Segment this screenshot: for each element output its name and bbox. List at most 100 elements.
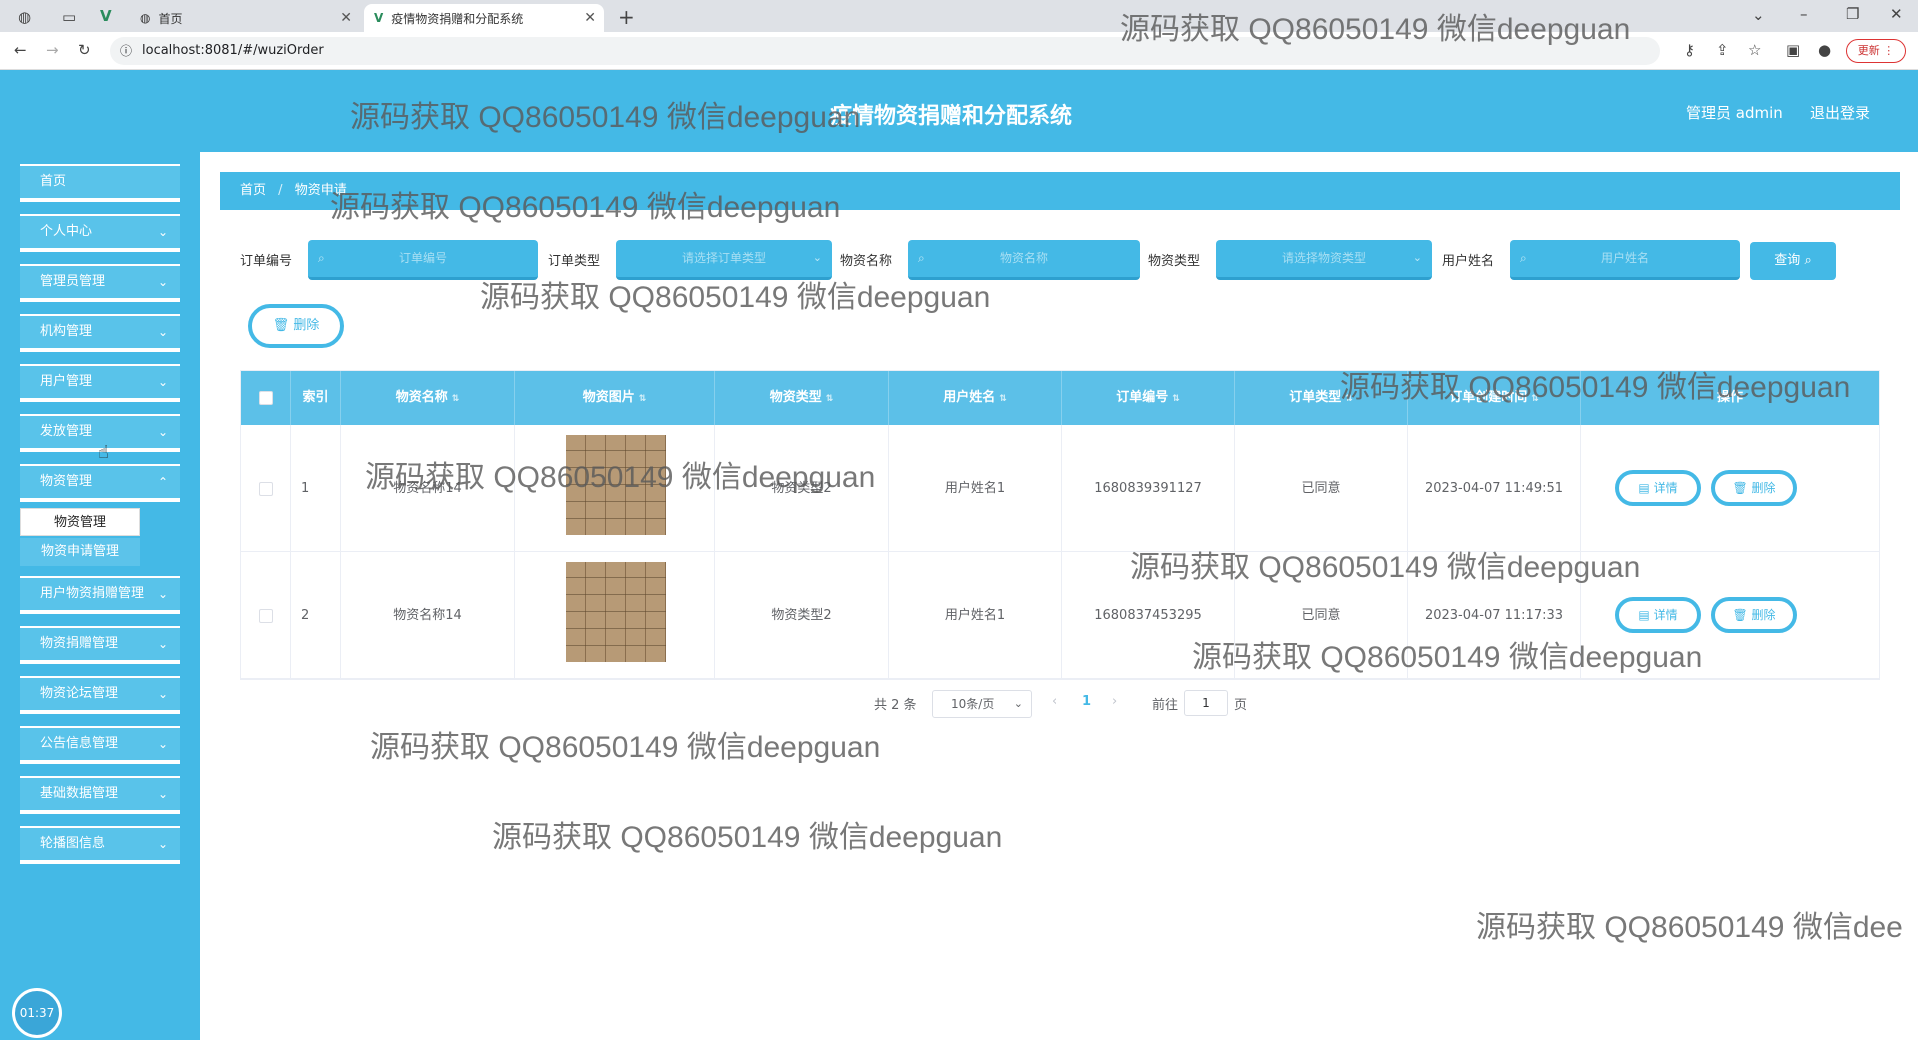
sidebar-item-profile[interactable]: 个人中心 ⌄ <box>20 214 180 252</box>
goods-type-label: 物资类型 <box>1148 254 1201 269</box>
sidebar-item-donations[interactable]: 物资捐赠管理 ⌄ <box>20 626 180 664</box>
star-icon[interactable]: ☆ <box>1748 41 1761 59</box>
column-header[interactable]: 物资名称 ⇅ <box>341 371 515 425</box>
next-page-icon[interactable]: › <box>1112 694 1117 709</box>
sidebar-item-user-donations[interactable]: 用户物资捐赠管理 ⌄ <box>20 576 180 614</box>
row-checkbox[interactable] <box>258 481 273 496</box>
watermark: 源码获取 QQ86050149 微信deepguan <box>492 821 1003 854</box>
select-all-cell <box>241 371 291 425</box>
column-header[interactable]: 订单编号 ⇅ <box>1062 371 1235 425</box>
sort-icon[interactable]: ⇅ <box>999 394 1007 404</box>
sort-icon[interactable]: ⇅ <box>452 394 460 404</box>
query-button[interactable]: 查询 ⌕ <box>1750 242 1836 280</box>
chevron-down-icon: ⌄ <box>157 587 168 601</box>
sidebar-item-forum[interactable]: 物资论坛管理 ⌄ <box>20 676 180 714</box>
back-icon[interactable]: ← <box>14 41 27 59</box>
goods-image[interactable] <box>566 562 666 662</box>
sidepanel-icon[interactable]: ▣ <box>1786 41 1800 59</box>
delete-button[interactable]: 🗑 删除 <box>1711 597 1797 633</box>
submenu-item-goods-apply[interactable]: 物资申请管理 <box>20 538 140 566</box>
minimize-icon[interactable]: – <box>1800 5 1808 23</box>
user-name-input[interactable]: ⌕ 用户姓名 <box>1510 240 1740 280</box>
update-button[interactable]: 更新 ⋮ <box>1846 39 1906 63</box>
vue-icon: V <box>100 7 112 25</box>
watermark: 源码获取 QQ86050149 微信deepguan <box>480 281 991 314</box>
column-header-label: 物资类型 <box>769 390 822 405</box>
column-header[interactable]: 用户姓名 ⇅ <box>889 371 1062 425</box>
chevron-down-icon: ⌄ <box>157 737 168 751</box>
index-cell: 2 <box>291 552 341 679</box>
watermark: 源码获取 QQ86050149 微信deepguan <box>370 731 881 764</box>
chevron-down-icon: ⌄ <box>157 225 168 239</box>
sidebar-item-label: 轮播图信息 <box>40 836 106 851</box>
chevron-down-icon: ⌄ <box>157 687 168 701</box>
breadcrumb-home[interactable]: 首页 <box>240 183 266 198</box>
page-size-select[interactable]: 10条/页 ⌄ <box>932 690 1032 718</box>
sidebar-item-orgs[interactable]: 机构管理 ⌄ <box>20 314 180 352</box>
detail-button[interactable]: ▤ 详情 <box>1615 597 1701 633</box>
delete-button[interactable]: 🗑 删除 <box>1711 470 1797 506</box>
sidebar-item-carousel[interactable]: 轮播图信息 ⌄ <box>20 826 180 864</box>
sidebar-item-label: 机构管理 <box>40 324 93 339</box>
sidebar-item-label: 公告信息管理 <box>40 736 119 751</box>
goods-type-select[interactable]: 请选择物资类型 ⌄ <box>1216 240 1432 280</box>
column-header: 索引 <box>291 371 341 425</box>
close-tab-icon[interactable]: ✕ <box>584 10 596 26</box>
chevron-down-icon: ⌄ <box>157 837 168 851</box>
column-header[interactable]: 物资图片 ⇅ <box>515 371 715 425</box>
breadcrumb-separator: / <box>278 183 283 198</box>
tab-system[interactable]: V 疫情物资捐赠和分配系统 ✕ <box>364 4 604 32</box>
submenu-label: 物资申请管理 <box>40 544 119 559</box>
sort-icon[interactable]: ⇅ <box>826 394 834 404</box>
user-name-cell: 用户姓名1 <box>889 425 1062 552</box>
prev-page-icon[interactable]: ‹ <box>1052 694 1057 709</box>
trash-icon: 🗑 <box>1732 481 1748 495</box>
chevron-down-icon: ⌄ <box>157 637 168 651</box>
sort-icon[interactable]: ⇅ <box>639 394 647 404</box>
close-window-icon[interactable]: ✕ <box>1890 5 1903 23</box>
submenu-item-goods[interactable]: 物资管理 <box>20 508 140 536</box>
tab-label: 首页 <box>158 11 183 26</box>
new-tab-icon[interactable]: + <box>618 5 635 29</box>
sort-icon[interactable]: ⇅ <box>1172 394 1180 404</box>
sidebar-item-label: 用户管理 <box>40 374 93 389</box>
goto-page-input[interactable]: 1 <box>1184 690 1228 716</box>
logout-link[interactable]: 退出登录 <box>1810 102 1870 123</box>
sidebar-item-label: 个人中心 <box>40 224 93 239</box>
detail-label: 详情 <box>1653 481 1678 495</box>
sidebar-item-users[interactable]: 用户管理 ⌄ <box>20 364 180 402</box>
info-icon: ⓘ <box>120 44 133 58</box>
globe-icon: ◍ <box>140 11 151 25</box>
sidebar-item-home[interactable]: 首页 <box>20 164 180 202</box>
detail-button[interactable]: ▤ 详情 <box>1615 470 1701 506</box>
sidebar-item-label: 管理员管理 <box>40 274 106 289</box>
chevron-down-icon: ⌄ <box>157 325 168 339</box>
profile-icon[interactable]: ● <box>1818 41 1831 59</box>
select-all-checkbox[interactable] <box>258 390 273 405</box>
vue-icon: V <box>374 11 384 25</box>
column-header[interactable]: 物资类型 ⇅ <box>715 371 889 425</box>
restore-icon[interactable]: ❐ <box>1846 5 1859 23</box>
column-header-label: 订单编号 <box>1116 390 1169 405</box>
url-text: localhost:8081/#/wuziOrder <box>142 43 324 58</box>
goto-label: 前往 <box>1152 698 1179 713</box>
key-icon[interactable]: ⚷ <box>1684 41 1695 59</box>
sidebar-item-admins[interactable]: 管理员管理 ⌄ <box>20 264 180 302</box>
tab-home[interactable]: ◍ 首页 ✕ <box>130 4 360 32</box>
row-select-cell <box>241 552 291 679</box>
sidebar-item-label: 首页 <box>40 174 67 189</box>
close-tab-icon[interactable]: ✕ <box>340 10 352 26</box>
forward-icon[interactable]: → <box>46 41 59 59</box>
reload-icon[interactable]: ↻ <box>78 41 91 59</box>
sidebar-item-goods[interactable]: 物资管理 ⌃ <box>20 464 180 502</box>
page-size-value: 10条/页 <box>951 697 995 711</box>
batch-delete-button[interactable]: 🗑 删除 <box>248 304 344 348</box>
row-checkbox[interactable] <box>258 608 273 623</box>
page-number-current[interactable]: 1 <box>1082 694 1091 709</box>
chevron-down-icon[interactable]: ⌄ <box>1752 6 1765 24</box>
address-bar: ← → ↻ ⓘ localhost:8081/#/wuziOrder ⚷ ⇪ ☆… <box>0 32 1918 70</box>
sidebar-item-notices[interactable]: 公告信息管理 ⌄ <box>20 726 180 764</box>
share-icon[interactable]: ⇪ <box>1716 41 1729 59</box>
watermark: 源码获取 QQ86050149 微信deepguan <box>1120 13 1631 46</box>
sidebar-item-basedata[interactable]: 基础数据管理 ⌄ <box>20 776 180 814</box>
